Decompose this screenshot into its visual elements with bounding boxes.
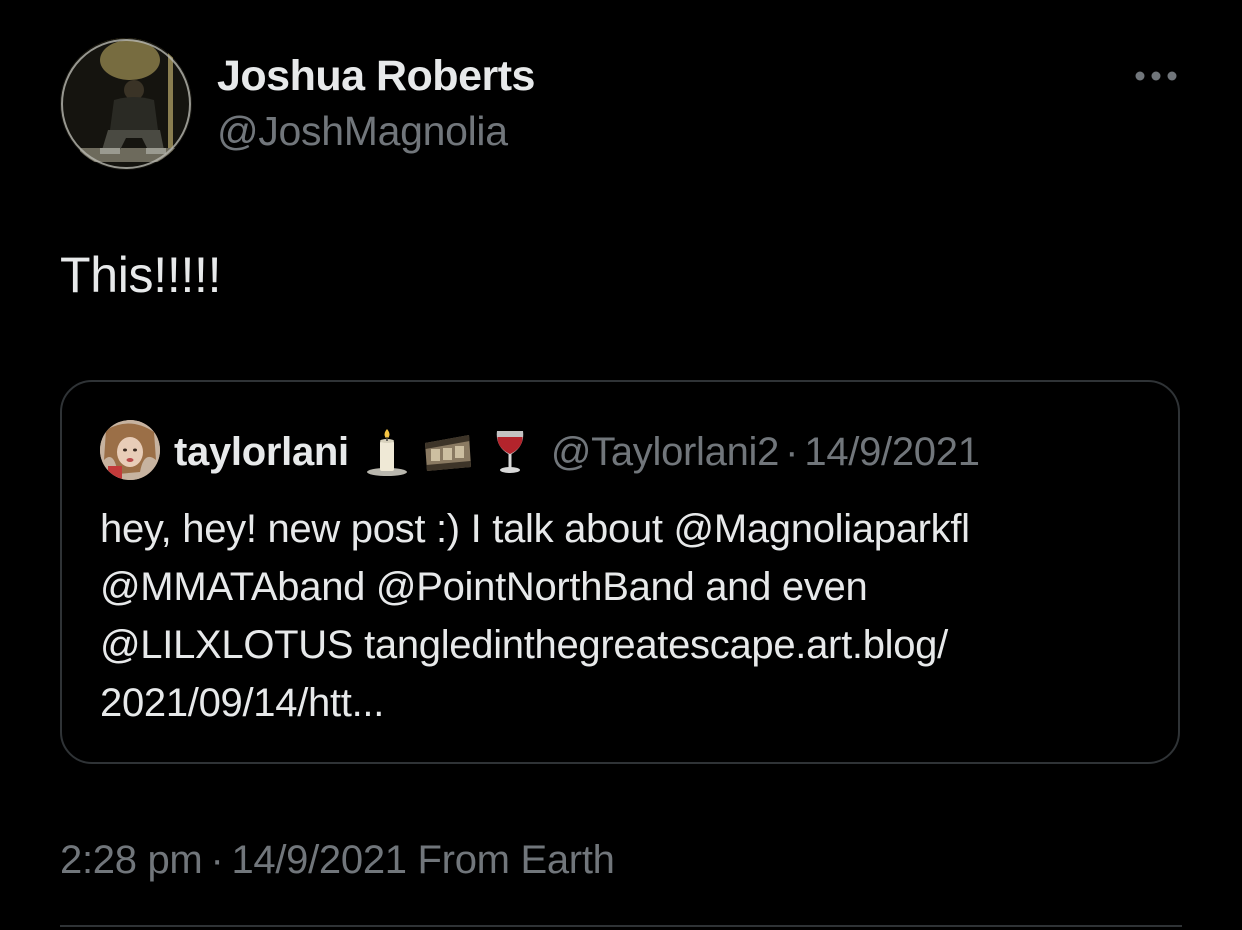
quoted-author-avatar[interactable] (100, 420, 160, 480)
quoted-header-separator: · (785, 429, 799, 474)
ellipsis-icon (1135, 71, 1177, 81)
tweet-source: From Earth (417, 838, 615, 882)
quoted-tweet-card[interactable]: taylorlani @Taylorlani2 · 14/9/2021 hey,… (60, 380, 1180, 764)
quoted-text-line: 2021/09/14/htt... (100, 681, 385, 725)
tweet-text: This!!!!! (60, 247, 222, 303)
quoted-author-display-name[interactable]: taylorlani (174, 430, 349, 475)
author-display-name[interactable]: Joshua Roberts (217, 52, 535, 101)
tweet-time[interactable]: 2:28 pm (60, 838, 203, 882)
quoted-tweet-header: taylorlani @Taylorlani2 · 14/9/2021 (174, 422, 980, 482)
author-handle[interactable]: @JoshMagnolia (217, 108, 508, 155)
tweet-detail: Joshua Roberts @JoshMagnolia This!!!!! t… (0, 0, 1242, 930)
profile-photo-icon (100, 420, 160, 480)
quoted-text-line: @MMATAband @PointNorthBand and even (100, 565, 868, 609)
quoted-tweet-date[interactable]: 14/9/2021 (804, 430, 980, 475)
divider (60, 925, 1182, 927)
tweet-metadata: 2:28 pm · 14/9/2021 From Earth (60, 838, 615, 883)
tweet-date[interactable]: 14/9/2021 (231, 838, 407, 882)
film-frames-icon (423, 427, 473, 477)
candle-icon (361, 427, 411, 477)
meta-separator: · (210, 838, 224, 882)
more-options-button[interactable] (1126, 58, 1186, 94)
author-avatar[interactable] (60, 38, 192, 170)
quoted-author-handle[interactable]: @Taylorlani2 (551, 430, 780, 475)
quoted-tweet-text: hey, hey! new post :) I talk about @Magn… (100, 500, 1150, 732)
quoted-text-line: hey, hey! new post :) I talk about @Magn… (100, 507, 970, 551)
wine-glass-icon (485, 427, 535, 477)
quoted-text-line: @LILXLOTUS tangledinthegreatescape.art.b… (100, 623, 948, 667)
profile-photo-icon (60, 38, 192, 170)
